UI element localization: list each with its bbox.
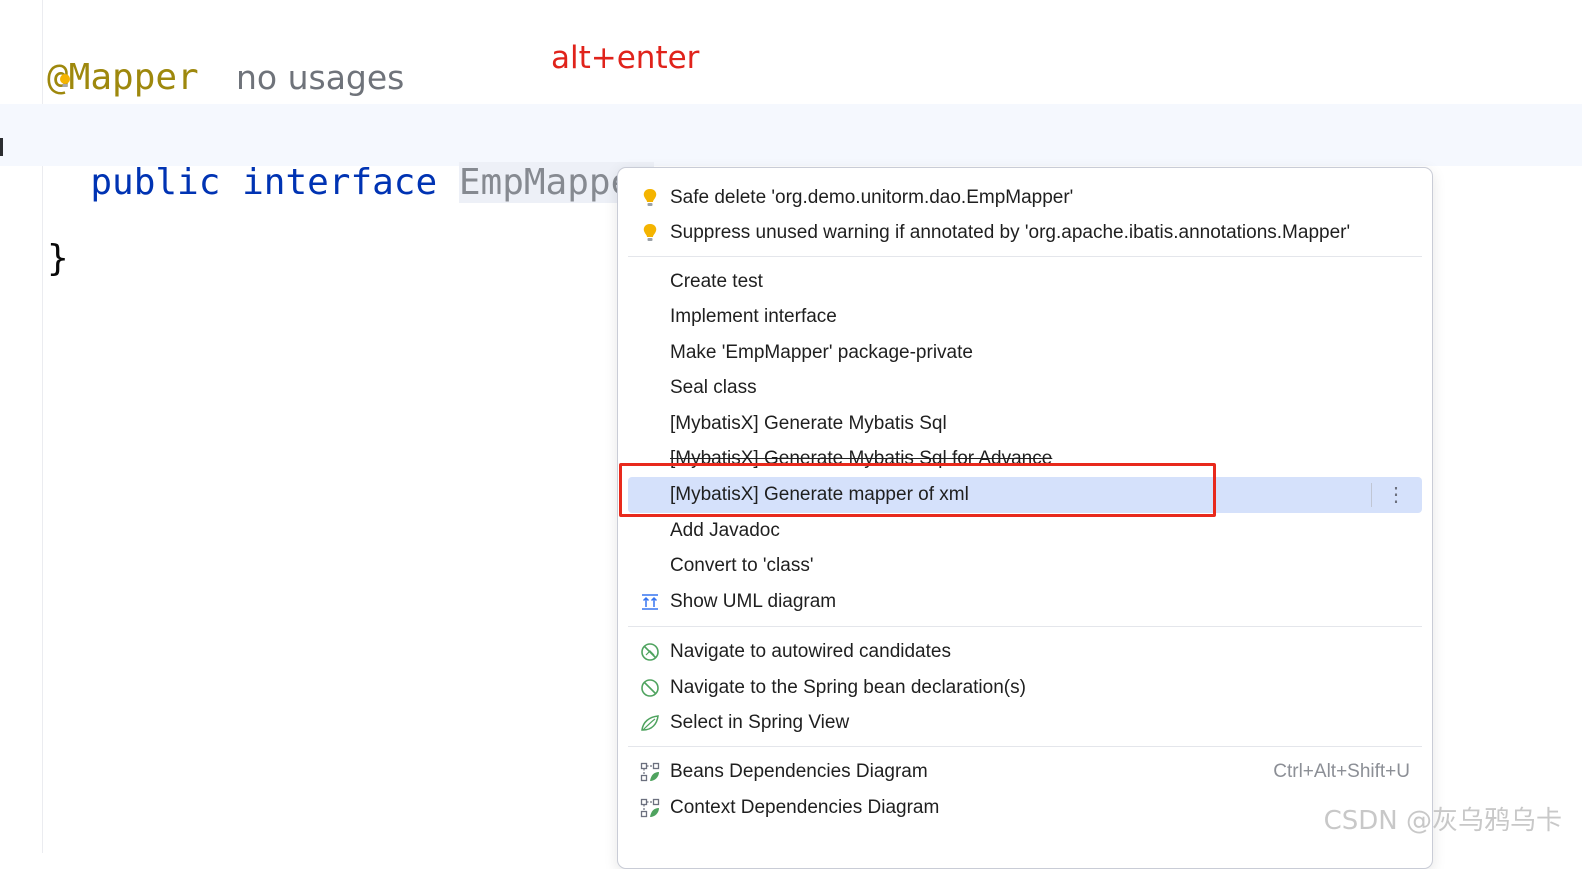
- menu-item-label: Suppress unused warning if annotated by …: [670, 222, 1351, 243]
- keyword-public: public: [90, 162, 221, 203]
- highlight-annotation-box: [619, 463, 1216, 517]
- menu-item-safe-delete[interactable]: Safe delete 'org.demo.unitorm.dao.EmpMap…: [628, 180, 1422, 216]
- menu-item-label: [MybatisX] Generate Mybatis Sql: [670, 413, 947, 434]
- more-options-icon[interactable]: ⋮: [1386, 477, 1406, 513]
- bulb-icon: [643, 224, 657, 241]
- menu-item-navigate-spring-bean[interactable]: Navigate to the Spring bean declaration(…: [628, 670, 1422, 706]
- usages-inlay-hint[interactable]: no usages: [236, 56, 404, 100]
- keyword-interface: interface: [242, 162, 438, 203]
- menu-item-label: Seal class: [670, 377, 757, 398]
- shortcut-annotation: alt+enter: [551, 40, 700, 76]
- bulb-icon: [643, 189, 657, 206]
- menu-item-label: Implement interface: [670, 306, 837, 327]
- options-divider: [1371, 483, 1372, 507]
- menu-item-convert-to-class[interactable]: Convert to 'class': [628, 548, 1422, 584]
- bulb-icon[interactable]: [59, 74, 71, 88]
- menu-item-label: Add Javadoc: [670, 520, 780, 541]
- menu-item-label: Create test: [670, 271, 763, 292]
- beans-diagram-icon: [640, 762, 660, 782]
- watermark: CSDN @灰乌鸦乌卡: [1323, 806, 1562, 836]
- menu-item-shortcut: Ctrl+Alt+Shift+U: [1273, 761, 1410, 782]
- spring-leaf-icon: [641, 715, 659, 731]
- menu-item-label: Make 'EmpMapper' package-private: [670, 342, 973, 363]
- menu-item-label: Convert to 'class': [670, 555, 814, 576]
- menu-item-label: Beans Dependencies Diagram: [670, 761, 928, 782]
- menu-item-suppress-warning[interactable]: Suppress unused warning if annotated by …: [628, 215, 1422, 251]
- menu-item-create-test[interactable]: Create test: [628, 264, 1422, 300]
- text-caret: [0, 138, 3, 156]
- menu-item-label: Navigate to the Spring bean declaration(…: [670, 677, 1026, 698]
- menu-item-seal-class[interactable]: Seal class: [628, 370, 1422, 406]
- menu-item-mybatisx-generate-sql[interactable]: [MybatisX] Generate Mybatis Sql: [628, 406, 1422, 442]
- menu-item-beans-dependencies-diagram[interactable]: Beans Dependencies Diagram Ctrl+Alt+Shif…: [628, 754, 1422, 790]
- menu-item-label: Safe delete 'org.demo.unitorm.dao.EmpMap…: [670, 187, 1074, 208]
- menu-item-label: Show UML diagram: [670, 591, 837, 612]
- menu-separator: [628, 746, 1422, 747]
- uml-diagram-icon: [642, 594, 658, 610]
- menu-item-make-package-private[interactable]: Make 'EmpMapper' package-private: [628, 335, 1422, 371]
- autowired-icon: [641, 643, 659, 661]
- menu-separator: [628, 256, 1422, 257]
- spring-bean-icon: [641, 679, 659, 697]
- intention-actions-popup[interactable]: Safe delete 'org.demo.unitorm.dao.EmpMap…: [617, 167, 1433, 869]
- menu-item-label: Select in Spring View: [670, 712, 850, 733]
- context-diagram-icon: [640, 798, 660, 818]
- interface-declaration[interactable]: public interface EmpMapper {: [47, 114, 697, 203]
- menu-item-navigate-autowired[interactable]: Navigate to autowired candidates: [628, 634, 1422, 670]
- menu-item-add-javadoc[interactable]: Add Javadoc: [628, 513, 1422, 549]
- menu-item-label: Navigate to autowired candidates: [670, 641, 951, 662]
- menu-item-label: Context Dependencies Diagram: [670, 797, 940, 818]
- menu-item-context-dependencies-diagram[interactable]: Context Dependencies Diagram: [628, 790, 1422, 826]
- close-brace: }: [47, 238, 69, 279]
- menu-item-select-spring-view[interactable]: Select in Spring View: [628, 705, 1422, 741]
- menu-separator: [628, 626, 1422, 627]
- menu-item-implement-interface[interactable]: Implement interface: [628, 299, 1422, 335]
- menu-item-show-uml-diagram[interactable]: Show UML diagram: [628, 584, 1422, 620]
